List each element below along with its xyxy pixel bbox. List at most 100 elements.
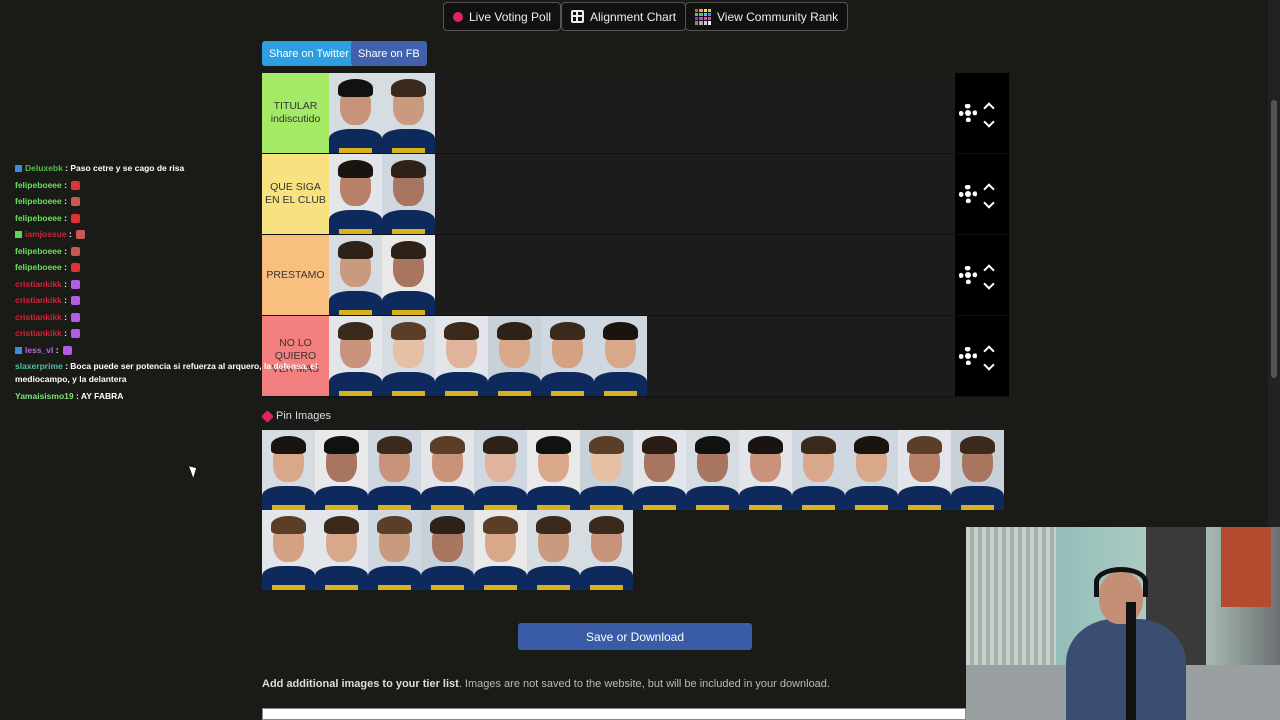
pool-player-image[interactable] bbox=[474, 430, 527, 510]
tier-label[interactable]: TITULAR indiscutido bbox=[262, 73, 329, 153]
emote-icon bbox=[71, 312, 81, 322]
chat-username[interactable]: felipeboeee bbox=[15, 180, 62, 190]
player-image[interactable] bbox=[329, 73, 382, 153]
pin-images-toggle[interactable]: Pin Images bbox=[261, 409, 331, 423]
chat-separator: : bbox=[61, 196, 70, 206]
chat-username[interactable]: cristiankikk bbox=[15, 279, 62, 289]
player-image[interactable] bbox=[382, 154, 435, 234]
gear-icon[interactable] bbox=[959, 266, 977, 284]
gear-icon[interactable] bbox=[959, 104, 977, 122]
live-voting-poll-button[interactable]: Live Voting Poll bbox=[443, 2, 562, 31]
pool-player-image[interactable] bbox=[315, 430, 368, 510]
tier-items[interactable] bbox=[329, 235, 955, 315]
pool-player-image[interactable] bbox=[474, 510, 527, 590]
chat-message: less_vl : bbox=[15, 342, 325, 359]
pool-player-image[interactable] bbox=[739, 430, 792, 510]
tier-items[interactable] bbox=[329, 73, 955, 153]
share-twitter-button[interactable]: Share on Twitter bbox=[262, 41, 356, 66]
player-image[interactable] bbox=[382, 235, 435, 315]
gear-icon[interactable] bbox=[959, 185, 977, 203]
chat-separator: : bbox=[53, 344, 61, 355]
chat-username[interactable]: felipeboeee bbox=[15, 262, 62, 272]
player-image[interactable] bbox=[435, 316, 488, 396]
pool-player-image[interactable] bbox=[421, 430, 474, 510]
pool-player-image[interactable] bbox=[686, 430, 739, 510]
chat-separator: : bbox=[61, 295, 70, 305]
chat-username[interactable]: felipeboeee bbox=[15, 246, 62, 256]
pool-player-image[interactable] bbox=[527, 430, 580, 510]
player-image[interactable] bbox=[382, 73, 435, 153]
tier-items[interactable] bbox=[329, 154, 955, 234]
chat-separator: : bbox=[61, 311, 70, 322]
pool-player-image[interactable] bbox=[262, 430, 315, 510]
chevron-down-icon[interactable] bbox=[983, 277, 995, 290]
pool-player-image[interactable] bbox=[368, 510, 421, 590]
headset bbox=[1094, 567, 1148, 597]
chat-username[interactable]: felipeboeee bbox=[15, 213, 62, 223]
chat-separator: : bbox=[66, 229, 75, 239]
alignment-chart-button[interactable]: Alignment Chart bbox=[561, 2, 687, 31]
pool-player-image[interactable] bbox=[315, 510, 368, 590]
view-community-rank-label: View Community Rank bbox=[717, 9, 839, 24]
chat-message: iamjossue : bbox=[15, 226, 325, 243]
pool-player-image[interactable] bbox=[262, 510, 315, 590]
chevron-down-icon[interactable] bbox=[983, 358, 995, 371]
chat-username[interactable]: Yamaisismo19 bbox=[15, 391, 74, 401]
pool-player-image[interactable] bbox=[580, 510, 633, 590]
pool-player-image[interactable] bbox=[580, 430, 633, 510]
view-community-rank-button[interactable]: View Community Rank bbox=[685, 2, 849, 31]
chat-message: Deluxebk : Paso cetre y se cago de risa bbox=[15, 160, 325, 177]
player-image[interactable] bbox=[541, 316, 594, 396]
player-image[interactable] bbox=[329, 316, 382, 396]
chat-username[interactable]: slaxerprime bbox=[15, 361, 63, 371]
chat-username[interactable]: cristiankikk bbox=[15, 295, 62, 305]
chat-username[interactable]: felipeboeee bbox=[15, 196, 62, 206]
chat-username[interactable]: iamjossue bbox=[25, 229, 67, 239]
player-image[interactable] bbox=[329, 154, 382, 234]
emote-icon bbox=[71, 180, 81, 190]
chevron-up-icon[interactable] bbox=[983, 344, 995, 357]
add-images-input[interactable] bbox=[262, 708, 966, 720]
pool-player-image[interactable] bbox=[421, 510, 474, 590]
pool-player-image[interactable] bbox=[898, 430, 951, 510]
pool-player-image[interactable] bbox=[792, 430, 845, 510]
tier-row: TITULAR indiscutido bbox=[262, 73, 1009, 154]
pool-player-image[interactable] bbox=[527, 510, 580, 590]
chat-username[interactable]: less_vl bbox=[25, 345, 53, 355]
player-image[interactable] bbox=[382, 316, 435, 396]
emote-icon bbox=[71, 246, 81, 256]
chevron-down-icon[interactable] bbox=[983, 196, 995, 209]
chevron-up-icon[interactable] bbox=[983, 101, 995, 114]
chevron-down-icon[interactable] bbox=[983, 115, 995, 128]
pool-player-image[interactable] bbox=[845, 430, 898, 510]
chat-username[interactable]: cristiankikk bbox=[15, 312, 62, 322]
mouse-cursor-icon bbox=[189, 464, 199, 478]
add-images-rest: . Images are not saved to the website, b… bbox=[458, 678, 830, 690]
pool-player-image[interactable] bbox=[633, 430, 686, 510]
chevron-up-icon[interactable] bbox=[983, 263, 995, 276]
pool-player-image[interactable] bbox=[951, 430, 1004, 510]
save-download-button[interactable]: Save or Download bbox=[518, 623, 752, 650]
scrollbar-thumb[interactable] bbox=[1271, 100, 1277, 378]
tier-controls bbox=[955, 316, 1009, 396]
share-fb-button[interactable]: Share on FB bbox=[351, 41, 427, 66]
add-images-bold: Add additional images to your tier list bbox=[262, 678, 459, 690]
player-image[interactable] bbox=[488, 316, 541, 396]
chat-username[interactable]: cristiankikk bbox=[15, 328, 62, 338]
player-image[interactable] bbox=[594, 316, 647, 396]
tier-items[interactable] bbox=[329, 316, 955, 396]
chat-message: felipeboeee : bbox=[15, 259, 325, 276]
curtain bbox=[966, 527, 1056, 667]
stream-chat: Deluxebk : Paso cetre y se cago de risa f… bbox=[15, 160, 325, 405]
chat-message: felipeboeee : bbox=[15, 210, 325, 227]
webcam-overlay bbox=[966, 527, 1280, 720]
pool-player-image[interactable] bbox=[368, 430, 421, 510]
gear-icon[interactable] bbox=[959, 347, 977, 365]
chat-separator: : bbox=[61, 278, 70, 289]
chat-text: Paso cetre y se cago de risa bbox=[70, 163, 185, 173]
player-image[interactable] bbox=[329, 235, 382, 315]
chat-username[interactable]: Deluxebk bbox=[25, 163, 63, 173]
tier-controls bbox=[955, 73, 1009, 153]
add-images-text: Add additional images to your tier list.… bbox=[262, 678, 830, 690]
chevron-up-icon[interactable] bbox=[983, 182, 995, 195]
